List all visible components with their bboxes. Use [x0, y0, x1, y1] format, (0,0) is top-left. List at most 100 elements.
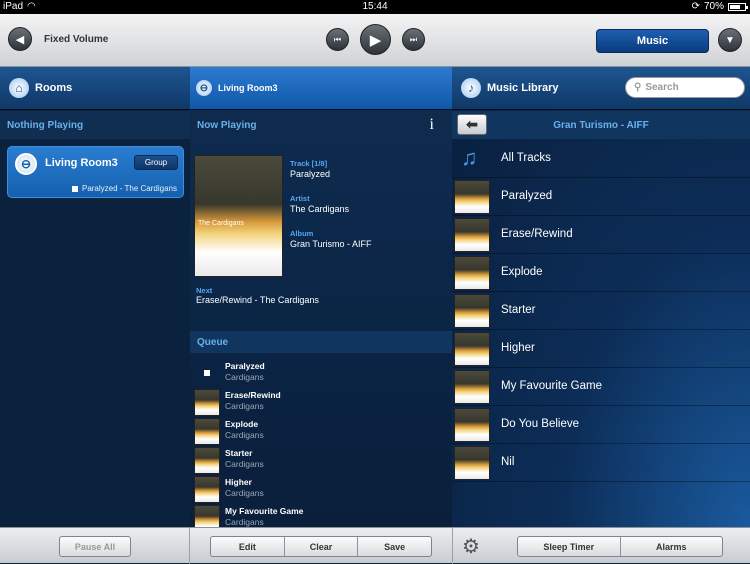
music-note-icon: ♫ — [461, 145, 478, 170]
previous-icon: ⏮ — [333, 34, 342, 44]
now-playing-subheader: Now Playing i — [190, 111, 452, 139]
queue-item-artist: Cardigans — [225, 517, 264, 527]
music-note-icon: ♪ — [461, 78, 481, 98]
rooms-title: Rooms — [35, 82, 73, 94]
queue-item-artist: Cardigans — [225, 401, 264, 411]
library-title: Music Library — [487, 82, 559, 94]
pause-all-button[interactable]: Pause All — [60, 537, 130, 556]
music-library-panel: ♪ Music Library ⚲ Search ⬅ Gran Turismo -… — [452, 67, 750, 527]
divider — [452, 528, 453, 564]
library-item[interactable]: Nil — [452, 444, 750, 482]
search-placeholder: Search — [645, 82, 679, 93]
queue-item-title: Starter — [225, 448, 253, 458]
chevron-down-icon: ▼ — [725, 34, 735, 46]
library-item-all-tracks[interactable]: ♫ All Tracks — [452, 140, 750, 178]
now-playing-room-header: ⊖ Living Room3 — [190, 67, 452, 110]
timer-actions: Sleep Timer Alarms — [517, 536, 723, 557]
menu-dropdown-button[interactable]: ▼ — [718, 28, 742, 52]
search-icon: ⚲ — [634, 82, 642, 93]
artist-label: Artist — [290, 194, 310, 203]
track-art — [454, 446, 490, 480]
top-toolbar: ◀ Fixed Volume ⏮ ▶ ⏭ Music ▼ — [0, 14, 750, 67]
queue-list: Paralyzed Cardigans Erase/Rewind Cardigans… — [190, 357, 452, 527]
battery-icon — [728, 2, 748, 11]
play-button[interactable]: ▶ — [360, 24, 391, 55]
track-art — [454, 218, 490, 252]
library-item[interactable]: Explode — [452, 254, 750, 292]
queue-item[interactable]: Erase/Rewind Cardigans — [190, 388, 445, 417]
library-album-title: Gran Turismo - AIFF — [553, 119, 649, 131]
room-track-text: Paralyzed - The Cardigans — [81, 184, 177, 193]
zone-player-icon: ⊖ — [15, 153, 37, 175]
artist-name: The Cardigans — [290, 204, 350, 214]
queue-item-artist: Cardigans — [225, 488, 264, 498]
library-item[interactable]: Erase/Rewind — [452, 216, 750, 254]
album-label: Album — [290, 229, 314, 238]
queue-header: Queue — [190, 331, 452, 353]
library-item[interactable]: Higher — [452, 330, 750, 368]
room-now-playing: Paralyzed - The Cardigans — [71, 184, 177, 193]
status-bar: iPad ◠ 15:44 ⟳ 70% — [0, 0, 750, 14]
battery-percent: 70% — [703, 1, 724, 12]
queue-item-artist: Cardigans — [225, 430, 264, 440]
lock-rotation-icon: ⟳ — [691, 1, 700, 12]
edit-button[interactable]: Edit — [211, 537, 285, 556]
next-label: Next — [196, 286, 213, 295]
group-button[interactable]: Group — [134, 155, 178, 170]
back-button[interactable]: ⬅ — [457, 114, 487, 135]
clock: 15:44 — [362, 1, 388, 12]
queue-item[interactable]: Explode Cardigans — [190, 417, 445, 446]
back-arrow-icon: ⬅ — [466, 116, 478, 132]
divider — [189, 528, 190, 564]
sleep-timer-button[interactable]: Sleep Timer — [518, 537, 621, 556]
clear-button[interactable]: Clear — [285, 537, 359, 556]
library-item[interactable]: Starter — [452, 292, 750, 330]
queue-item[interactable]: Starter Cardigans — [190, 446, 445, 475]
library-item-label: Erase/Rewind — [501, 228, 573, 240]
info-button[interactable]: i — [430, 116, 434, 134]
bottom-toolbar: Pause All Edit Clear Save ⚙ Sleep Timer … — [0, 527, 750, 564]
queue-item-title: Higher — [225, 477, 252, 487]
room-living-room3[interactable]: ⊖ Living Room3 Group Paralyzed - The Car… — [7, 146, 184, 198]
previous-button[interactable]: ⏮ — [326, 28, 349, 51]
now-playing-panel: ⊖ Living Room3 Now Playing i The Cardiga… — [190, 67, 452, 527]
track-art — [454, 408, 490, 442]
library-item[interactable]: Paralyzed — [452, 178, 750, 216]
speaker-icon: ◀ — [15, 33, 25, 46]
settings-gear-icon[interactable]: ⚙ — [462, 534, 480, 559]
queue-item[interactable]: Higher Cardigans — [190, 475, 445, 504]
home-icon: ⌂ — [9, 78, 29, 98]
album-art-text: The Cardigans — [198, 220, 244, 227]
queue-item[interactable]: My Favourite Game Cardigans — [190, 504, 445, 527]
library-item[interactable]: Do You Believe — [452, 406, 750, 444]
track-label: Track [1/8] — [290, 159, 328, 168]
track-art — [454, 332, 490, 366]
queue-item-title: Erase/Rewind — [225, 390, 281, 400]
album-art: The Cardigans — [194, 155, 283, 277]
queue-item-art — [194, 476, 220, 503]
library-item-label: Higher — [501, 342, 535, 354]
library-item[interactable]: My Favourite Game — [452, 368, 750, 406]
queue-actions: Edit Clear Save — [210, 536, 432, 557]
queue-item-art — [194, 389, 220, 416]
alarms-button[interactable]: Alarms — [621, 537, 723, 556]
search-input[interactable]: ⚲ Search — [625, 77, 745, 98]
track-title: Paralyzed — [290, 169, 331, 179]
queue-item[interactable]: Paralyzed Cardigans — [190, 359, 445, 388]
pause-all-group: Pause All — [59, 536, 131, 557]
library-header: ♪ Music Library ⚲ Search — [452, 67, 750, 110]
queue-label: Queue — [197, 336, 229, 348]
next-button[interactable]: ⏭ — [402, 28, 425, 51]
music-button[interactable]: Music — [596, 29, 709, 53]
volume-button[interactable]: ◀ — [8, 27, 32, 51]
queue-item-art — [194, 505, 220, 527]
library-subheader: ⬅ Gran Turismo - AIFF — [452, 111, 750, 139]
library-item-label: Explode — [501, 266, 543, 278]
track-art — [454, 180, 490, 214]
library-item-label: All Tracks — [501, 152, 551, 164]
volume-label: Fixed Volume — [44, 34, 109, 45]
rooms-panel: ⌂ Rooms Nothing Playing ⊖ Living Room3 G… — [0, 67, 190, 527]
nothing-playing-label: Nothing Playing — [0, 111, 190, 139]
track-art — [454, 294, 490, 328]
save-button[interactable]: Save — [358, 537, 431, 556]
